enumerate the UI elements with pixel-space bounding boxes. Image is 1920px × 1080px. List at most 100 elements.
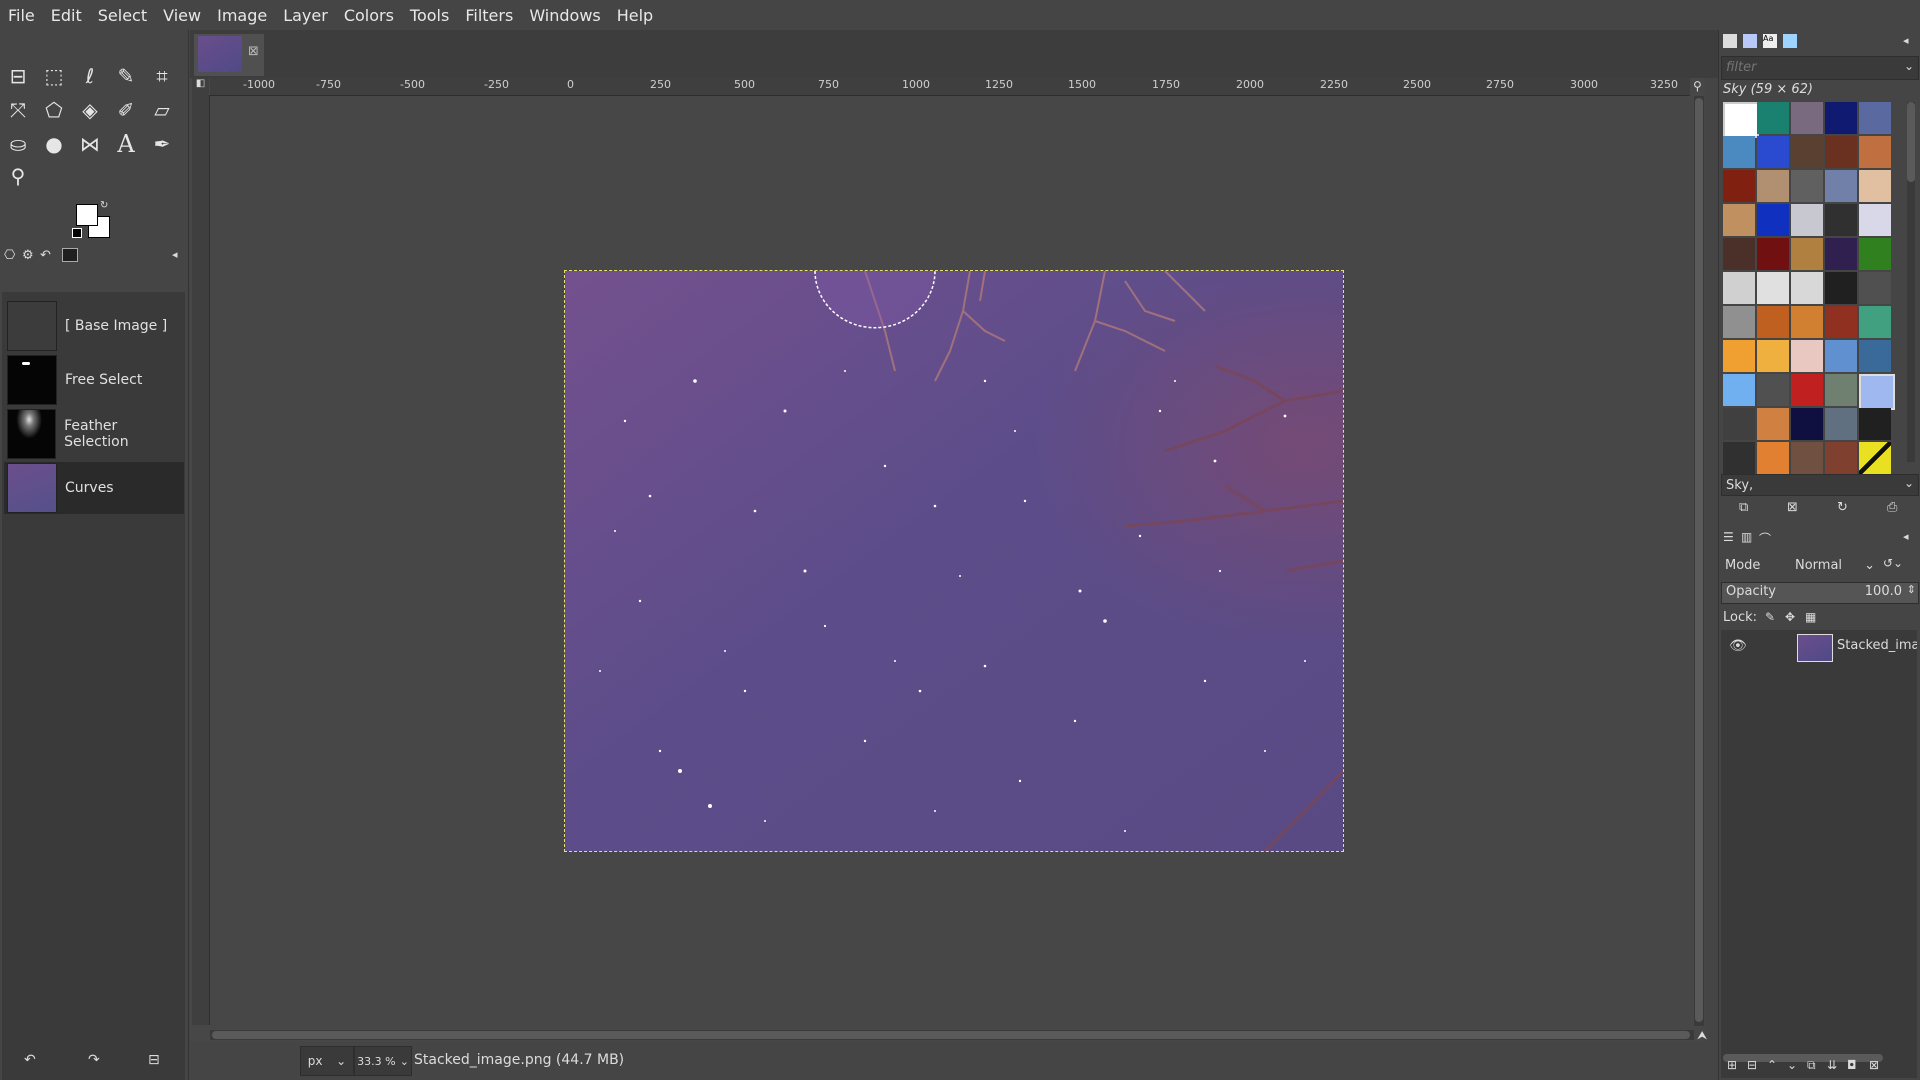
unified-transform-icon[interactable]: ⤧ bbox=[4, 96, 32, 124]
pattern-swatch[interactable] bbox=[1825, 102, 1857, 134]
undo-history-tab-icon[interactable]: ↶ bbox=[40, 248, 51, 263]
menu-help[interactable]: Help bbox=[609, 6, 661, 25]
document-history-tab-icon[interactable] bbox=[1783, 34, 1797, 48]
opacity-spinscale[interactable]: Opacity 100.0 ⇕ bbox=[1721, 582, 1919, 604]
swap-colors-icon[interactable]: ↻ bbox=[100, 200, 108, 211]
pattern-swatch[interactable] bbox=[1791, 408, 1823, 440]
pattern-swatch[interactable] bbox=[1825, 374, 1857, 406]
pattern-filter-field[interactable]: ⌄ bbox=[1721, 56, 1919, 80]
duplicate-pattern-icon[interactable]: ⧉ bbox=[1739, 500, 1748, 515]
configure-tab-icon[interactable]: ◂ bbox=[172, 248, 178, 261]
layers-tab-icon[interactable]: ☰ bbox=[1723, 530, 1734, 544]
history-item[interactable]: Free Select bbox=[4, 354, 184, 406]
free-select-icon[interactable]: ℓ bbox=[76, 62, 104, 90]
pattern-swatch[interactable] bbox=[1791, 170, 1823, 202]
configure-tab-icon[interactable]: ◂ bbox=[1903, 34, 1909, 47]
zoom-select[interactable]: 33.3 % ⌄ bbox=[354, 1046, 412, 1076]
eraser-icon[interactable]: ▱ bbox=[148, 96, 176, 124]
pattern-swatch[interactable] bbox=[1723, 136, 1755, 168]
lock-pixels-icon[interactable]: ✎ bbox=[1765, 610, 1775, 624]
pattern-swatch[interactable] bbox=[1791, 374, 1823, 406]
menu-layer[interactable]: Layer bbox=[275, 6, 336, 25]
mode-reset-icon[interactable]: ↺⌄ bbox=[1883, 556, 1903, 570]
pattern-swatch[interactable] bbox=[1757, 102, 1789, 134]
pattern-swatch[interactable] bbox=[1757, 272, 1789, 304]
vertical-ruler[interactable] bbox=[192, 95, 210, 1025]
quick-mask-corner-icon[interactable]: ◧ bbox=[192, 78, 209, 95]
image-tab[interactable]: ⊠ bbox=[194, 34, 264, 76]
pattern-swatch[interactable] bbox=[1859, 408, 1891, 440]
delete-pattern-icon[interactable]: ⊠ bbox=[1787, 500, 1798, 515]
menu-tools[interactable]: Tools bbox=[402, 6, 457, 25]
horizontal-scrollbar[interactable] bbox=[210, 1030, 1694, 1040]
image-canvas[interactable] bbox=[564, 270, 1344, 852]
zoom-icon[interactable]: ⚲ bbox=[4, 162, 32, 190]
lower-layer-icon[interactable]: ⌄ bbox=[1787, 1058, 1797, 1072]
pattern-swatch[interactable] bbox=[1791, 340, 1823, 372]
pattern-scrollbar[interactable] bbox=[1907, 102, 1915, 462]
foreground-color-swatch[interactable] bbox=[76, 204, 98, 226]
menu-file[interactable]: File bbox=[0, 6, 43, 25]
fonts-tab-icon[interactable]: Aa bbox=[1763, 34, 1777, 48]
align-tool-icon[interactable]: ⊟ bbox=[4, 62, 32, 90]
pattern-swatch[interactable] bbox=[1859, 442, 1891, 474]
layer-row[interactable]: 👁 Stacked_imag bbox=[1721, 630, 1917, 666]
pattern-swatch[interactable] bbox=[1791, 204, 1823, 236]
pattern-swatch[interactable] bbox=[1757, 204, 1789, 236]
pattern-swatch[interactable] bbox=[1791, 102, 1823, 134]
lock-alpha-icon[interactable]: ▦ bbox=[1805, 610, 1816, 624]
history-item[interactable]: [ Base Image ] bbox=[4, 300, 184, 352]
bucket-fill-icon[interactable]: ◈ bbox=[76, 96, 104, 124]
history-item-selected[interactable]: Curves bbox=[4, 462, 184, 514]
clone-icon[interactable]: ⛀ bbox=[4, 130, 32, 158]
pattern-swatch[interactable] bbox=[1791, 136, 1823, 168]
pattern-swatch[interactable] bbox=[1825, 306, 1857, 338]
pattern-swatch[interactable] bbox=[1825, 136, 1857, 168]
zoom-fit-icon[interactable]: ⚲ bbox=[1693, 79, 1702, 93]
horizontal-ruler[interactable]: -1000 -750 -500 -250 0 250 500 750 1000 … bbox=[210, 78, 1690, 96]
pattern-swatch[interactable] bbox=[1791, 442, 1823, 474]
undo-button[interactable]: ↶ bbox=[24, 1052, 36, 1068]
pattern-swatch[interactable] bbox=[1723, 170, 1755, 202]
new-layer-group-icon[interactable]: ⊟ bbox=[1747, 1058, 1757, 1072]
chevron-down-icon[interactable]: ⌄ bbox=[1904, 476, 1914, 490]
color-picker-icon[interactable]: ✒ bbox=[148, 130, 176, 158]
pattern-swatch[interactable] bbox=[1723, 102, 1759, 138]
pattern-swatch[interactable] bbox=[1859, 306, 1891, 338]
pattern-swatch[interactable] bbox=[1791, 272, 1823, 304]
pattern-swatch-selected[interactable] bbox=[1859, 374, 1895, 410]
navigate-icon[interactable]: ⮝ bbox=[1697, 1028, 1707, 1043]
pattern-swatch[interactable] bbox=[1825, 238, 1857, 270]
open-as-image-icon[interactable]: ⎙ bbox=[1887, 500, 1897, 515]
pattern-swatch[interactable] bbox=[1723, 238, 1755, 270]
pattern-swatch[interactable] bbox=[1757, 374, 1789, 406]
redo-button[interactable]: ↷ bbox=[88, 1052, 100, 1068]
pattern-swatch[interactable] bbox=[1825, 204, 1857, 236]
pattern-swatch[interactable] bbox=[1757, 442, 1789, 474]
history-item[interactable]: Feather Selection bbox=[4, 408, 184, 460]
unit-select[interactable]: px ⌄ bbox=[300, 1046, 354, 1076]
channels-tab-icon[interactable]: ▥ bbox=[1741, 530, 1752, 544]
paths-icon[interactable]: ⋈ bbox=[76, 130, 104, 158]
lock-position-icon[interactable]: ✥ bbox=[1785, 610, 1795, 624]
pattern-swatch[interactable] bbox=[1859, 272, 1891, 304]
merge-layer-icon[interactable]: ⇊ bbox=[1827, 1058, 1837, 1072]
fuzzy-select-icon[interactable]: ✎ bbox=[112, 62, 140, 90]
pattern-swatch[interactable] bbox=[1825, 442, 1857, 474]
raise-layer-icon[interactable]: ⌃ bbox=[1767, 1058, 1777, 1072]
default-colors-icon[interactable] bbox=[72, 228, 82, 238]
pattern-swatch[interactable] bbox=[1825, 408, 1857, 440]
pattern-swatch[interactable] bbox=[1859, 204, 1891, 236]
pattern-swatch[interactable] bbox=[1791, 306, 1823, 338]
images-tab-icon[interactable] bbox=[62, 248, 78, 262]
pattern-scroll-thumb[interactable] bbox=[1907, 102, 1915, 182]
brushes-tab-icon[interactable] bbox=[1723, 34, 1737, 48]
device-status-tab-icon[interactable]: ⚙ bbox=[22, 248, 34, 263]
new-layer-icon[interactable]: ⊞ bbox=[1727, 1058, 1737, 1072]
pattern-swatch[interactable] bbox=[1859, 136, 1891, 168]
pattern-swatch[interactable] bbox=[1859, 102, 1891, 134]
vertical-scroll-thumb[interactable] bbox=[1695, 98, 1703, 1022]
refresh-patterns-icon[interactable]: ↻ bbox=[1837, 500, 1848, 515]
paths-tab-icon[interactable]: ⌒ bbox=[1759, 530, 1771, 547]
layer-mask-icon[interactable]: ◘ bbox=[1847, 1058, 1857, 1072]
